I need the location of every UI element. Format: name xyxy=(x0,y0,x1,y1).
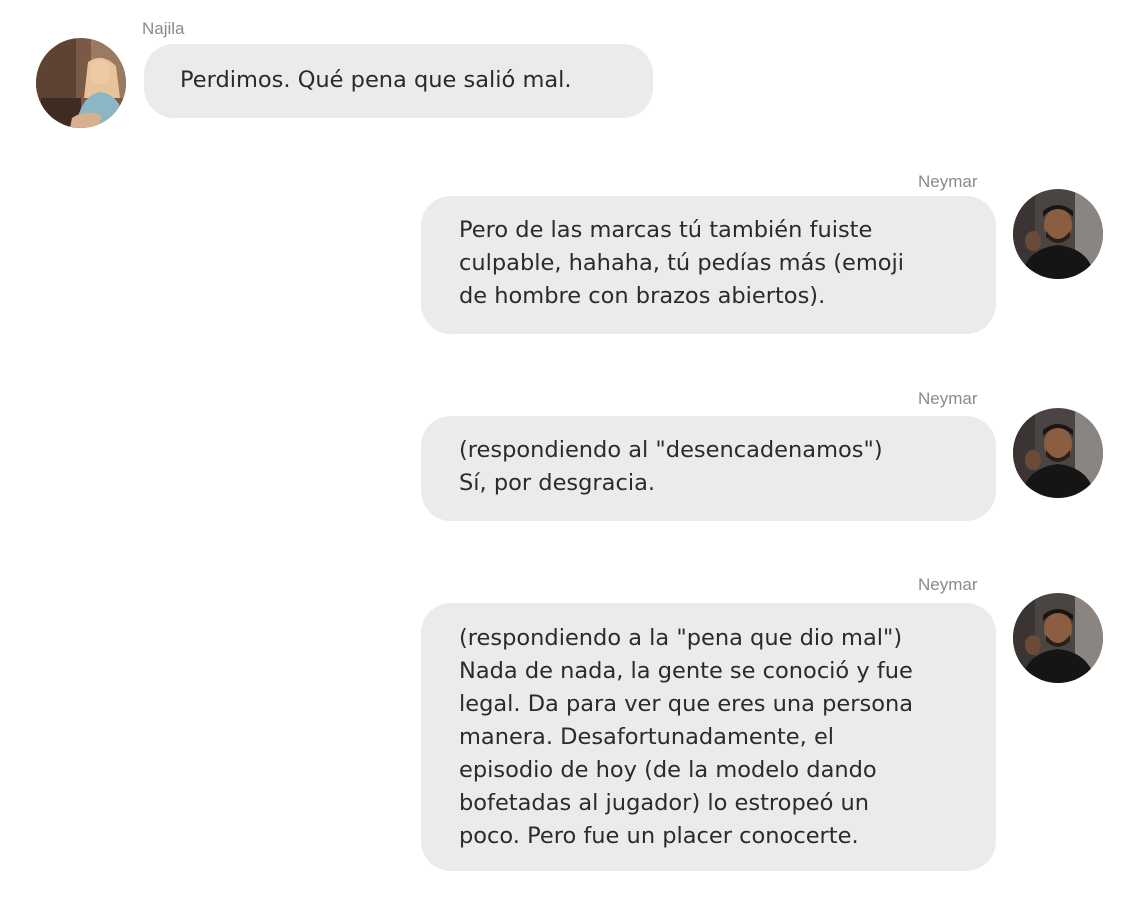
woman-avatar-icon[interactable] xyxy=(36,38,126,128)
man-avatar-icon[interactable] xyxy=(1013,408,1103,498)
message-bubble: (respondiendo a la "pena que dio mal") N… xyxy=(421,603,996,871)
sender-name: Neymar xyxy=(918,389,978,408)
man-avatar-icon[interactable] xyxy=(1013,189,1103,279)
message-bubble: Perdimos. Qué pena que salió mal. xyxy=(144,44,653,118)
sender-name: Neymar xyxy=(918,172,978,191)
message-bubble: (respondiendo al "desencadenamos") Sí, p… xyxy=(421,416,996,521)
man-avatar-icon[interactable] xyxy=(1013,593,1103,683)
sender-name: Neymar xyxy=(918,575,978,594)
message-bubble: Pero de las marcas tú también fuiste cul… xyxy=(421,196,996,334)
sender-name: Najila xyxy=(142,19,185,38)
